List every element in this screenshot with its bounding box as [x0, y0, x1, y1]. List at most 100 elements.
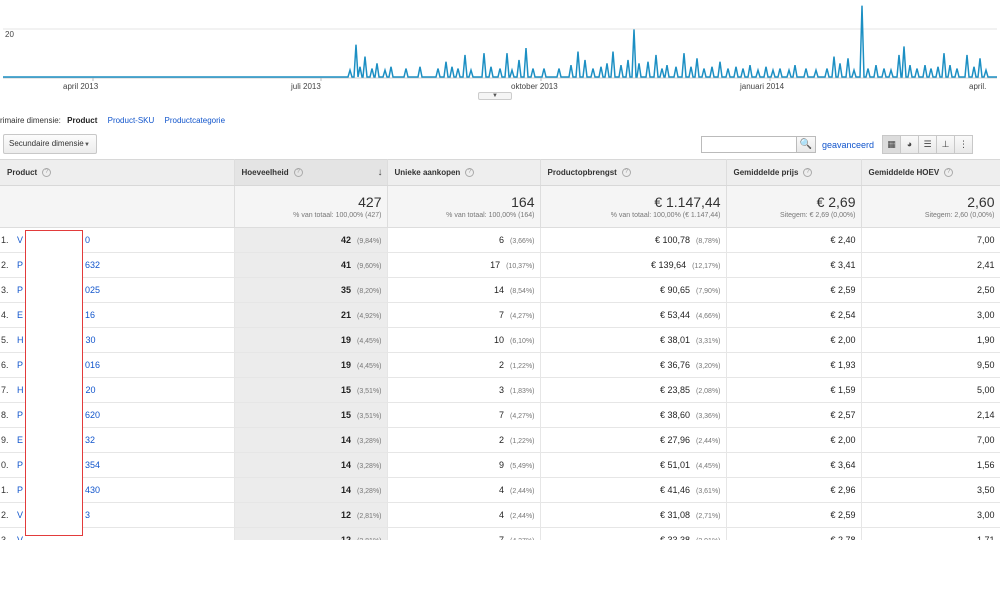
hoeveelheid-percent: (3,51%) — [356, 388, 382, 395]
help-icon[interactable]: ? — [42, 168, 52, 178]
product-link-start[interactable]: E — [17, 435, 23, 445]
hoeveelheid-cell: 35 (8,20%) — [234, 277, 388, 303]
productopbrengst-value: € 53,44 — [659, 310, 690, 320]
unieke-aankopen-percent: (3,66%) — [509, 238, 535, 245]
product-link-end[interactable]: 30 — [86, 335, 96, 345]
table-row[interactable]: 4. E 16 21 (4,92%) 7 (4,27%) € 53,44 (4,66%) € 2,… — [0, 302, 1000, 328]
table-row[interactable]: 2. P 632 41 (9,60%) 17 (10,37%) € 139,64 (12,17%… — [0, 252, 1000, 278]
help-icon[interactable]: ? — [803, 168, 813, 178]
pivot-view-icon[interactable]: ⋮ — [954, 135, 973, 154]
product-link-start[interactable]: E — [17, 310, 23, 320]
advanced-filter-link[interactable]: geavanceerd — [822, 140, 874, 150]
total-unieke-aankopen: 164% van totaal: 100,00% (164) — [387, 185, 541, 228]
table-row[interactable]: 3. V 12 (2,81%) 7 (4,27%) € 33,38 (2,91%) € 2,78… — [0, 527, 1000, 540]
unieke-aankopen-percent: (8,54%) — [509, 288, 535, 295]
table-row[interactable]: 7. H 20 15 (3,51%) 3 (1,83%) € 23,85 (2,08%) € 1,… — [0, 377, 1000, 403]
totals-label-cell — [0, 185, 235, 228]
secondary-dimension-dropdown[interactable]: Secundaire dimensie ▼ — [3, 134, 97, 154]
header-productopbrengst[interactable]: Productopbrengst? — [540, 159, 727, 186]
header-hoeveelheid[interactable]: Hoeveelheid? ↓ — [234, 159, 388, 186]
dimension-productcategorie[interactable]: Productcategorie — [165, 116, 225, 125]
product-link-start[interactable]: P — [17, 410, 23, 420]
gemiddelde-hoev-cell: 9,50 — [861, 352, 1000, 378]
hoeveelheid-cell: 15 (3,51%) — [234, 402, 388, 428]
header-product[interactable]: Product? — [0, 159, 235, 186]
table-row[interactable]: 6. P 016 19 (4,45%) 2 (1,22%) € 36,76 (3,20%) € 1… — [0, 352, 1000, 378]
table-search-input[interactable] — [701, 136, 797, 153]
header-gemiddelde-prijs[interactable]: Gemiddelde prijs? — [726, 159, 862, 186]
performance-view-icon[interactable]: ☰ — [918, 135, 937, 154]
product-link-end[interactable]: 620 — [85, 410, 100, 420]
product-link-start[interactable]: P — [17, 360, 23, 370]
productopbrengst-cell: € 139,64 (12,17%) — [540, 252, 727, 278]
table-row[interactable]: 9. E 32 14 (3,28%) 2 (1,22%) € 27,96 (2,44%) € 2,… — [0, 427, 1000, 453]
hoeveelheid-value: 21 — [340, 310, 351, 320]
product-link-end[interactable]: 32 — [85, 435, 95, 445]
unieke-aankopen-percent: (4,27%) — [510, 538, 535, 540]
product-link-start[interactable]: P — [17, 260, 23, 270]
pie-view-icon[interactable]: ◕ — [900, 135, 919, 154]
product-link-start[interactable]: V — [17, 535, 23, 540]
table-row[interactable]: 0. P 354 14 (3,28%) 9 (5,49%) € 51,01 (4,45%) € 3… — [0, 452, 1000, 478]
product-link-end[interactable]: 016 — [85, 360, 100, 370]
productopbrengst-percent: (3,61%) — [695, 488, 721, 495]
product-link-end[interactable]: 3 — [85, 510, 90, 520]
gemiddelde-hoev-cell: 5,00 — [861, 377, 1000, 403]
table-row[interactable]: 3. P 025 35 (8,20%) 14 (8,54%) € 90,65 (7,90%) € … — [0, 277, 1000, 303]
table-row[interactable]: 5. H 30 19 (4,45%) 10 (6,10%) € 38,01 (3,31%) € 2… — [0, 327, 1000, 353]
help-icon[interactable]: ? — [944, 168, 954, 178]
help-icon[interactable]: ? — [465, 168, 475, 178]
product-link-start[interactable]: V — [17, 235, 23, 245]
productopbrengst-percent: (8,78%) — [695, 238, 721, 245]
hoeveelheid-percent: (3,28%) — [356, 438, 382, 445]
product-link-end[interactable]: 025 — [85, 285, 100, 295]
product-link-start[interactable]: P — [17, 460, 23, 470]
x-axis-label-oktober-2013: oktober 2013 — [511, 82, 558, 91]
product-link-end[interactable]: 20 — [86, 385, 96, 395]
totals-row: 427% van totaal: 100,00% (427) 164% van … — [0, 185, 1000, 228]
hoeveelheid-percent: (8,20%) — [356, 288, 382, 295]
product-link-start[interactable]: V — [17, 510, 23, 520]
hoeveelheid-cell: 12 (2,81%) — [234, 502, 388, 528]
search-icon[interactable]: 🔍 — [796, 136, 816, 153]
productopbrengst-value: € 27,96 — [659, 435, 690, 445]
product-link-end[interactable]: 430 — [85, 485, 100, 495]
help-icon[interactable]: ? — [293, 168, 303, 178]
unieke-aankopen-cell: 10 (6,10%) — [387, 327, 541, 353]
comparison-view-icon[interactable]: ⊥ — [936, 135, 955, 154]
hoeveelheid-value: 35 — [340, 285, 351, 295]
product-link-start[interactable]: H — [17, 335, 24, 345]
header-unieke-aankopen[interactable]: Unieke aankopen? — [387, 159, 541, 186]
product-link-end[interactable]: 354 — [85, 460, 100, 470]
hoeveelheid-percent: (3,28%) — [356, 463, 382, 470]
product-link-start[interactable]: H — [17, 385, 24, 395]
unieke-aankopen-cell: 7 (4,27%) — [387, 402, 541, 428]
unieke-aankopen-percent: (1,22%) — [509, 363, 535, 370]
unieke-aankopen-percent: (1,22%) — [509, 438, 535, 445]
row-index: 5. — [1, 335, 9, 345]
x-axis-label-april: april. — [969, 82, 987, 91]
chart-collapse-handle[interactable]: ▼ — [478, 92, 512, 100]
table-row[interactable]: 1. V 0 42 (9,84%) 6 (3,66%) € 100,78 (8,78%) € 2,… — [0, 227, 1000, 253]
table-view-icon[interactable]: ▦ — [882, 135, 901, 154]
product-link-end[interactable]: 0 — [85, 235, 90, 245]
dimension-product[interactable]: Product — [67, 116, 97, 125]
table-row[interactable]: 2. V 3 12 (2,81%) 4 (2,44%) € 31,08 (2,71%) € 2,5… — [0, 502, 1000, 528]
help-icon[interactable]: ? — [621, 168, 631, 178]
unieke-aankopen-value: 14 — [493, 285, 504, 295]
dimension-product-sku[interactable]: Product-SKU — [108, 116, 155, 125]
productopbrengst-cell: € 33,38 (2,91%) — [540, 527, 727, 540]
product-link-start[interactable]: P — [17, 485, 23, 495]
gemiddelde-prijs-cell: € 3,64 — [726, 452, 862, 478]
unieke-aankopen-value: 4 — [498, 485, 504, 495]
product-link-start[interactable]: P — [17, 285, 23, 295]
unieke-aankopen-value: 7 — [498, 535, 504, 540]
product-link-end[interactable]: 632 — [85, 260, 100, 270]
table-row[interactable]: 1. P 430 14 (3,28%) 4 (2,44%) € 41,46 (3,61%) € 2… — [0, 477, 1000, 503]
product-link-end[interactable]: 16 — [85, 310, 95, 320]
timeline-chart: 20 april 2013 juli 2013 oktober 2013 jan… — [0, 0, 1000, 100]
table-row[interactable]: 8. P 620 15 (3,51%) 7 (4,27%) € 38,60 (3,36%) € 2… — [0, 402, 1000, 428]
row-index: 4. — [1, 310, 9, 320]
header-gemiddelde-hoev[interactable]: Gemiddelde HOEV? — [861, 159, 1000, 186]
sort-descending-icon[interactable]: ↓ — [378, 167, 383, 178]
